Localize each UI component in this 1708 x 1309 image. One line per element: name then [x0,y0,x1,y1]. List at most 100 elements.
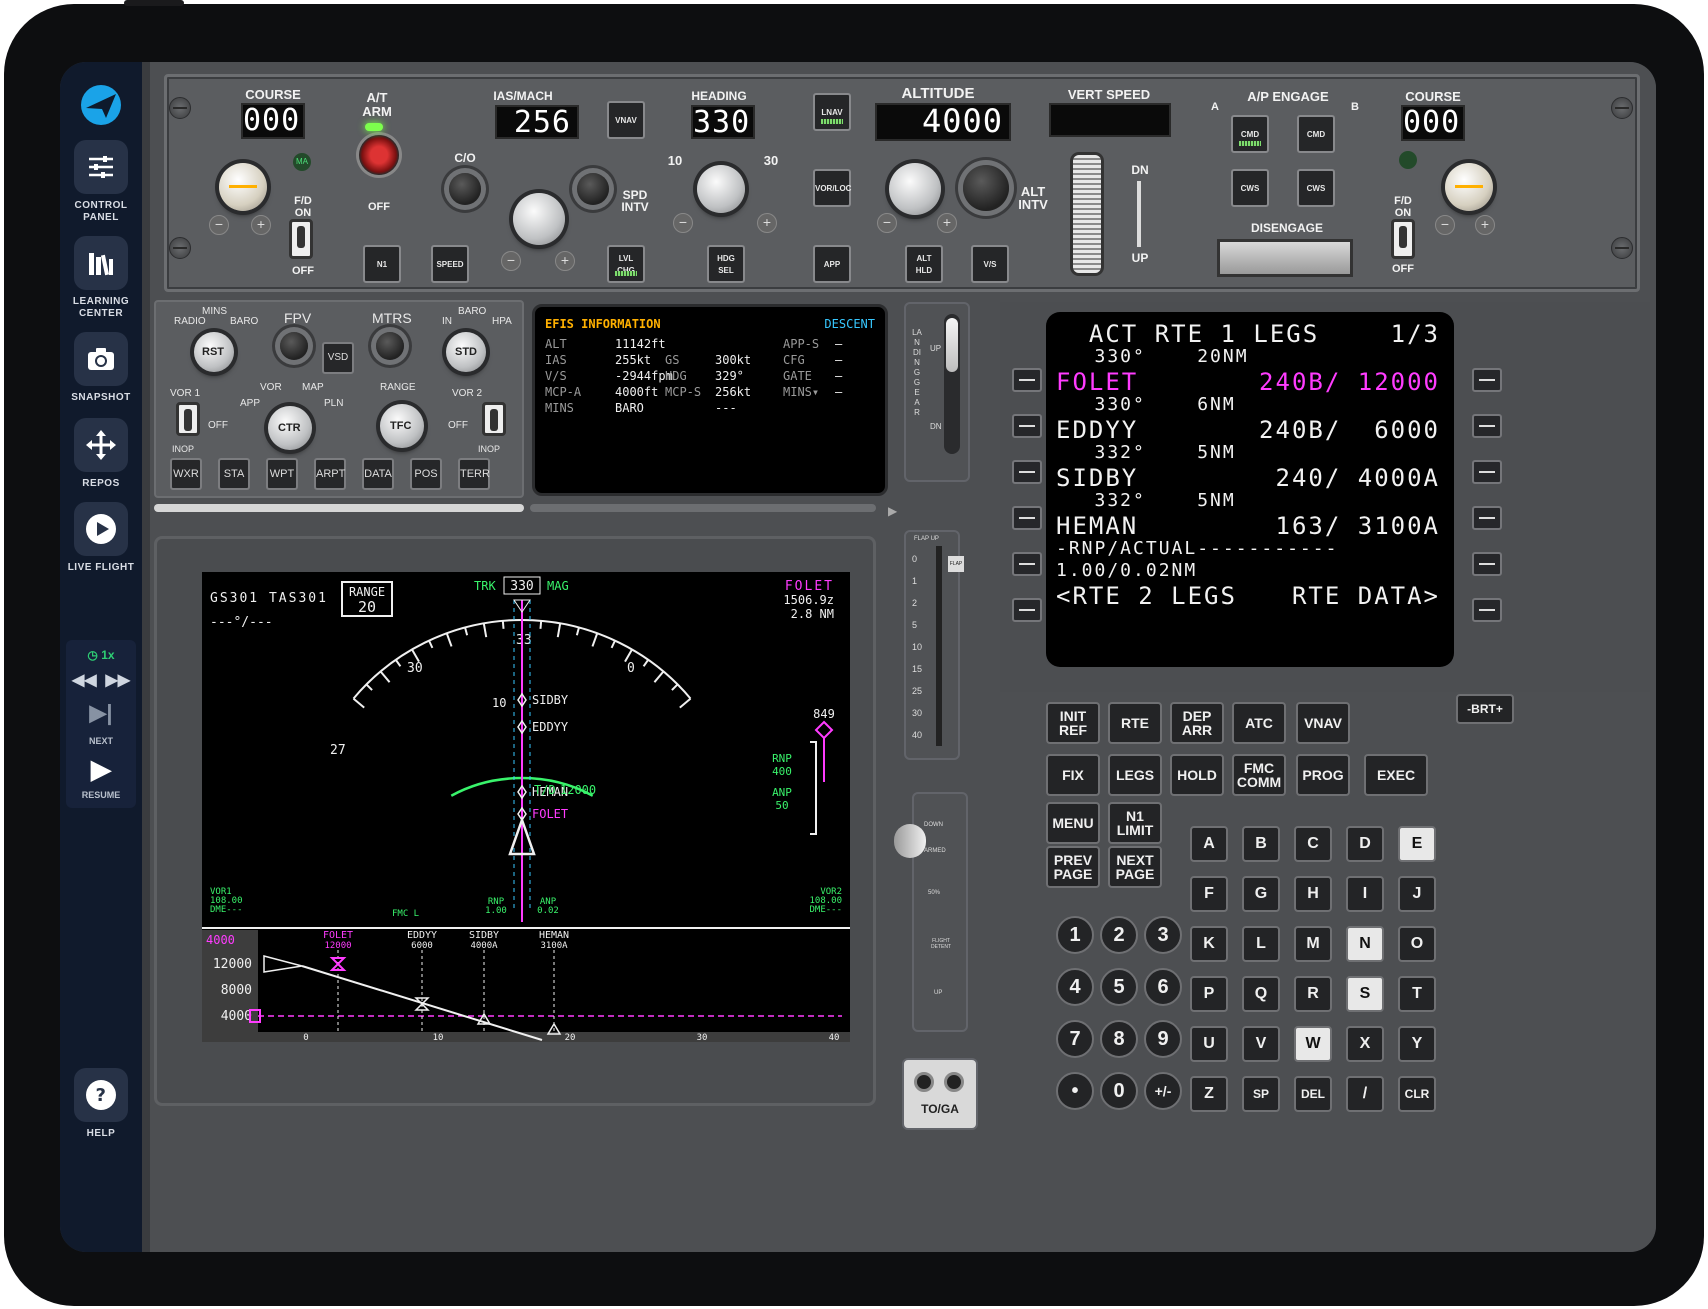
lsk-right-6[interactable] [1472,598,1502,622]
fast-forward-icon[interactable]: ▶▶ [105,672,130,689]
cdu-key-next-page[interactable]: NEXT PAGE [1108,846,1162,888]
cdu-key-prog[interactable]: PROG [1296,754,1350,796]
cdu-key-i[interactable]: I [1346,876,1384,912]
cdu-key-k[interactable]: K [1190,926,1228,962]
n1-button[interactable]: N1 [363,245,401,283]
cdu-key-num-0[interactable]: 1 [1056,916,1094,954]
heading-minus[interactable]: − [673,213,693,233]
resume-icon[interactable]: ▶ [66,754,136,785]
toga-left-button[interactable] [914,1072,934,1092]
mtrs-button[interactable] [376,332,404,360]
lsk-right-1[interactable] [1472,368,1502,392]
cdu-key-dep-arr[interactable]: DEP ARR [1170,702,1224,744]
sim-speed[interactable]: ◷ 1x [66,648,136,662]
heading-knob[interactable] [697,165,745,213]
cdu-key-l[interactable]: L [1242,926,1280,962]
gear-lever[interactable] [946,318,958,372]
vs-button[interactable]: V/S [971,245,1009,283]
efis-data-button[interactable]: DATA [362,458,394,490]
cdu-key-legs[interactable]: LEGS [1108,754,1162,796]
sidebar-item-learning-center[interactable]: LEARNING CENTER [60,236,142,320]
cdu-key-exec[interactable]: EXEC [1364,754,1428,796]
hdg-sel-button[interactable]: HDG SEL [707,245,745,283]
cdu-key-menu[interactable]: MENU [1046,802,1100,844]
cws-a-button[interactable]: CWS [1231,169,1269,207]
cdu-key-m[interactable]: M [1294,926,1332,962]
course-left-minus[interactable]: − [209,215,229,235]
cdu-key-q[interactable]: Q [1242,976,1280,1012]
speed-plus[interactable]: + [555,251,575,271]
cdu-key-num-6[interactable]: 7 [1056,1020,1094,1058]
lvl-chg-button[interactable]: LVL CHG [607,245,645,283]
speed-knob[interactable] [513,193,565,245]
cdu-key-y[interactable]: Y [1398,1026,1436,1062]
cws-b-button[interactable]: CWS [1297,169,1335,207]
cdu-key-h[interactable]: H [1294,876,1332,912]
cdu-key-num-4[interactable]: 5 [1100,968,1138,1006]
vor2-switch[interactable] [482,402,506,436]
cdu-key-num-9[interactable]: • [1056,1072,1094,1110]
cdu-key-f[interactable]: F [1190,876,1228,912]
lsk-left-2[interactable] [1012,414,1042,438]
sidebar-item-live-flight[interactable]: LIVE FLIGHT [60,502,142,574]
cdu-key-s[interactable]: S [1346,976,1384,1012]
cdu-key-d[interactable]: D [1346,826,1384,862]
lsk-left-3[interactable] [1012,460,1042,484]
disengage-bar[interactable] [1217,239,1353,277]
course-right-plus[interactable]: + [1475,215,1495,235]
speed-button[interactable]: SPEED [431,245,469,283]
scroll-indicator[interactable] [154,504,524,512]
flap-handle[interactable]: FLAP [948,556,964,572]
cdu-key-v[interactable]: V [1242,1026,1280,1062]
efis-sta-button[interactable]: STA [218,458,250,490]
cdu-key-z[interactable]: Z [1190,1076,1228,1112]
cdu-key-sp[interactable]: SP [1242,1076,1280,1112]
heading-plus[interactable]: + [757,213,777,233]
app-button[interactable]: APP [813,245,851,283]
cdu-key-atc[interactable]: ATC [1232,702,1286,744]
cdu-key-b[interactable]: B [1242,826,1280,862]
cdu-key-clr[interactable]: CLR [1398,1076,1436,1112]
cdu-key-del[interactable]: DEL [1294,1076,1332,1112]
cdu-key-e[interactable]: E [1398,826,1436,862]
altitude-minus[interactable]: − [877,213,897,233]
cdu-key-rte[interactable]: RTE [1108,702,1162,744]
course-left-knob[interactable] [219,163,267,211]
cdu-key-j[interactable]: J [1398,876,1436,912]
cdu-key-a[interactable]: A [1190,826,1228,862]
scroll-right-arrow[interactable]: ▶ [888,504,906,518]
cmd-a-button[interactable]: CMD [1231,115,1269,153]
vor-loc-button[interactable]: VOR/LOC [813,169,851,207]
cdu-key-prev-page[interactable]: PREV PAGE [1046,846,1100,888]
cdu-key-fix[interactable]: FIX [1046,754,1100,796]
ctr-label[interactable]: CTR [278,422,301,434]
rewind-icon[interactable]: ◀◀ [72,672,97,689]
cdu-key-num-8[interactable]: 9 [1144,1020,1182,1058]
lsk-right-3[interactable] [1472,460,1502,484]
cdu-key-o[interactable]: O [1398,926,1436,962]
cdu-key-c[interactable]: C [1294,826,1332,862]
cdu-key-p[interactable]: P [1190,976,1228,1012]
fd-right-switch[interactable] [1391,219,1415,259]
spd-intv-button[interactable] [577,173,609,205]
fpv-button[interactable] [280,332,308,360]
cdu-key-slash[interactable]: / [1346,1076,1384,1112]
alt-intv-button[interactable] [963,165,1009,211]
speedbrake-lever[interactable] [894,824,926,858]
cdu-key-fmc-comm[interactable]: FMC COMM [1232,754,1286,796]
efis-terr-button[interactable]: TERR [458,458,490,490]
tfc-label[interactable]: TFC [390,420,411,432]
sidebar-item-repos[interactable]: REPOS [60,418,142,490]
cdu-key-g[interactable]: G [1242,876,1280,912]
lsk-left-4[interactable] [1012,506,1042,530]
lsk-right-4[interactable] [1472,506,1502,530]
lnav-button[interactable]: LNAV [813,93,851,131]
at-arm-switch[interactable] [359,135,399,175]
cdu-key-num-5[interactable]: 6 [1144,968,1182,1006]
vsd-button[interactable]: VSD [322,342,354,374]
sidebar-item-snapshot[interactable]: SNAPSHOT [60,332,142,404]
cdu-key-u[interactable]: U [1190,1026,1228,1062]
speed-minus[interactable]: − [501,251,521,271]
rst-label[interactable]: RST [202,346,224,358]
course-left-plus[interactable]: + [251,215,271,235]
